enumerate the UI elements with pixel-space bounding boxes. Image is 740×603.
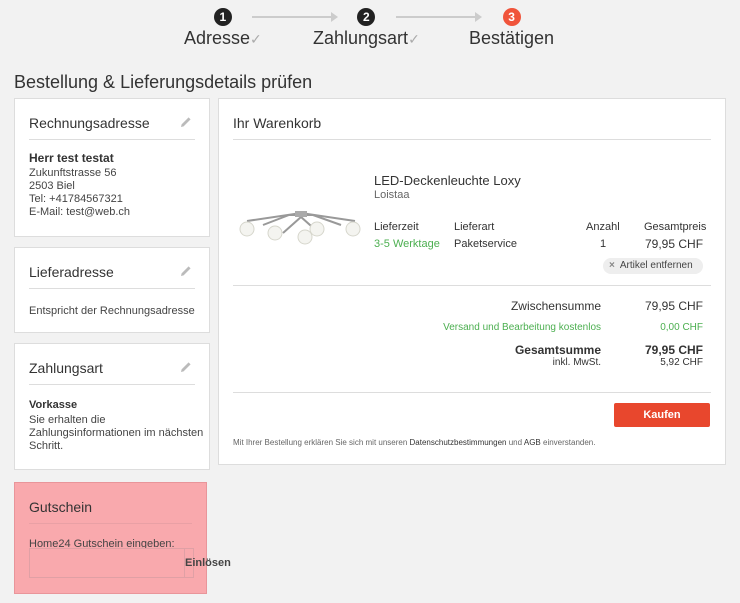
- step-number: 3: [502, 8, 521, 26]
- billing-phone: Tel: +41784567321: [29, 193, 123, 205]
- divider: [233, 285, 711, 286]
- cart-card: Ihr Warenkorb LED-Deckenleuchte Loxy Loi…: [218, 98, 726, 465]
- col-total-price: Gesamtpreis: [644, 221, 707, 233]
- product-name[interactable]: LED-Deckenleuchte Loxy: [374, 173, 521, 188]
- step-payment[interactable]: 2 Zahlungsart✓: [313, 8, 420, 49]
- billing-name: Herr test testat: [29, 151, 114, 165]
- payment-info-line: Zahlungsinformationen im nächsten: [29, 427, 204, 439]
- delivery-address-card: Lieferadresse Entspricht der Rechnungsad…: [14, 247, 210, 333]
- pencil-icon[interactable]: [179, 115, 193, 129]
- legal-text: und: [508, 438, 523, 447]
- remove-item-button[interactable]: × Artikel entfernen: [603, 258, 703, 274]
- check-icon: ✓: [408, 31, 420, 47]
- subtotal-value: 79,95 CHF: [644, 299, 703, 313]
- billing-city: 2503 Biel: [29, 180, 75, 192]
- voucher-form: Einlösen: [29, 548, 231, 578]
- total-price-value: 79,95 CHF: [645, 237, 704, 251]
- payment-info-line: Sie erhalten die: [29, 414, 106, 426]
- delivery-time-value: 3-5 Werktage: [374, 238, 440, 250]
- billing-title: Rechnungsadresse: [29, 115, 150, 131]
- step-label: Adresse: [184, 28, 251, 48]
- shipping-label: Versand und Bearbeitung kostenlos: [443, 322, 601, 333]
- billing-email: E-Mail: test@web.ch: [29, 206, 131, 218]
- delivery-text: Entspricht der Rechnungsadresse: [29, 305, 195, 317]
- check-icon: ✓: [250, 31, 262, 47]
- voucher-title: Gutschein: [29, 499, 93, 515]
- vat-label: inkl. MwSt.: [552, 357, 601, 368]
- buy-button[interactable]: Kaufen: [614, 403, 710, 427]
- privacy-link[interactable]: Datenschutzbestimmungen: [410, 438, 507, 447]
- billing-street: Zukunftstrasse 56: [29, 167, 117, 179]
- legal-notice: Mit Ihrer Bestellung erklären Sie sich m…: [233, 438, 595, 447]
- checkout-stepper: 1 Adresse✓ 2 Zahlungsart✓ 3 Bestätigen: [0, 8, 740, 52]
- legal-text: Mit Ihrer Bestellung erklären Sie sich m…: [233, 438, 408, 447]
- payment-method: Vorkasse: [29, 399, 78, 411]
- page-title: Bestellung & Lieferungsdetails prüfen: [14, 72, 313, 92]
- step-label: Bestätigen: [469, 28, 555, 48]
- terms-link[interactable]: AGB: [524, 438, 541, 447]
- voucher-card: Gutschein Home24 Gutschein eingeben: Ein…: [14, 482, 231, 594]
- step-arrow: [396, 12, 482, 22]
- col-quantity: Anzahl: [586, 221, 620, 233]
- product-image[interactable]: [233, 181, 369, 259]
- pencil-icon[interactable]: [179, 264, 193, 278]
- subtotal-label: Zwischensumme: [510, 299, 601, 313]
- remove-item-label: Artikel entfernen: [619, 260, 693, 271]
- step-number: 2: [357, 8, 376, 26]
- legal-text: einverstanden.: [543, 438, 596, 447]
- pencil-icon[interactable]: [179, 360, 193, 374]
- delivery-type-value: Paketservice: [454, 238, 517, 250]
- step-address[interactable]: 1 Adresse✓: [184, 8, 262, 49]
- billing-address-card: Rechnungsadresse Herr test testat Zukunf…: [14, 98, 210, 237]
- step-number: 1: [213, 8, 232, 26]
- step-label: Zahlungsart: [313, 28, 409, 48]
- grand-total-label: Gesamtsumme: [514, 343, 601, 357]
- payment-title: Zahlungsart: [29, 360, 103, 376]
- voucher-input[interactable]: [30, 549, 185, 577]
- cart-title: Ihr Warenkorb: [233, 115, 322, 131]
- grand-total-value: 79,95 CHF: [644, 343, 703, 357]
- vat-value: 5,92 CHF: [660, 357, 703, 368]
- payment-info-line: Schritt.: [29, 440, 64, 452]
- col-delivery-time: Lieferzeit: [374, 221, 419, 233]
- step-confirm: 3 Bestätigen: [469, 8, 554, 49]
- quantity-value[interactable]: 1: [600, 238, 606, 250]
- col-delivery-type: Lieferart: [454, 221, 495, 233]
- redeem-button[interactable]: Einlösen: [185, 549, 231, 577]
- close-icon: ×: [609, 260, 615, 271]
- shipping-value: 0,00 CHF: [660, 322, 703, 333]
- payment-card: Zahlungsart Vorkasse Sie erhalten die Za…: [14, 343, 210, 470]
- divider: [233, 392, 711, 393]
- product-brand: Loistaa: [374, 189, 410, 201]
- delivery-title: Lieferadresse: [29, 264, 114, 280]
